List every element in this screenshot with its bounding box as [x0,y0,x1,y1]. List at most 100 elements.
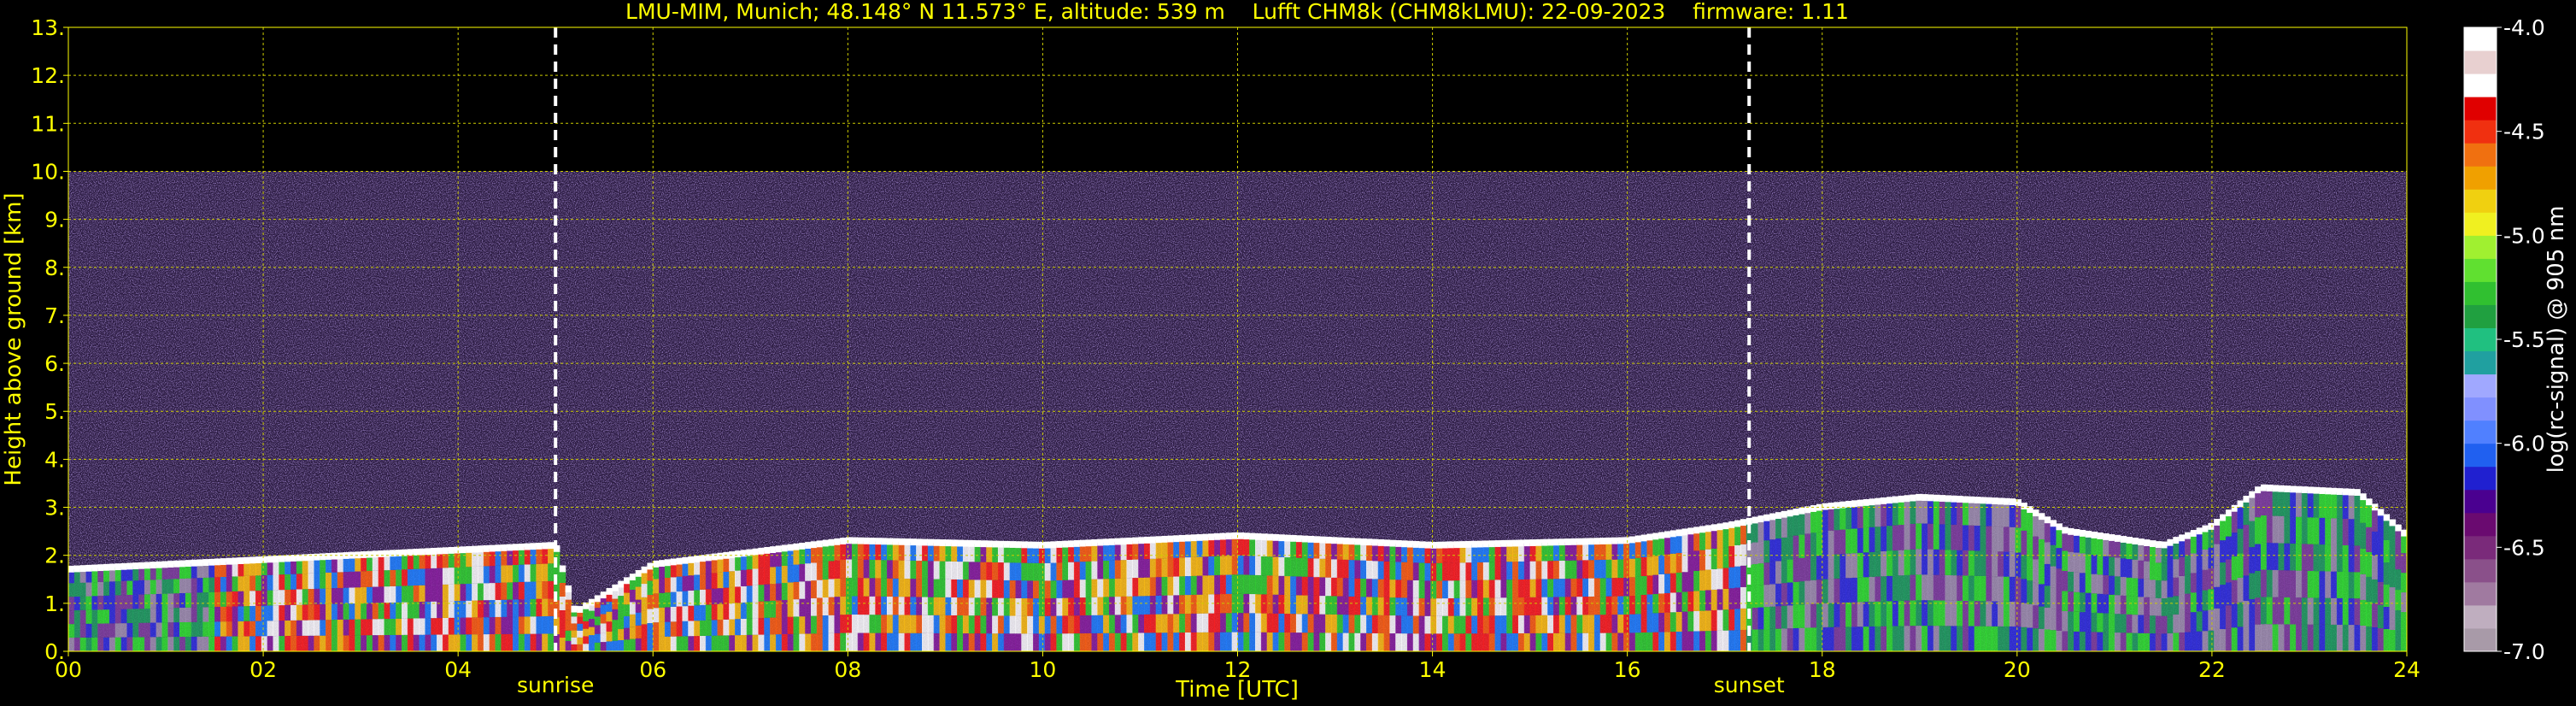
signal-cell [208,591,215,608]
signal-cell [513,616,519,634]
signal-cell [846,577,853,597]
cloud-top-cell [197,559,203,567]
signal-cell [723,603,730,620]
cloud-top-cell [2179,534,2186,542]
signal-cell [279,621,285,637]
signal-cell [290,635,297,651]
cloud-top-cell [120,562,128,570]
signal-cell [349,587,355,604]
signal-cell [1003,597,1011,616]
signal-cell [717,603,724,621]
signal-cell [384,603,390,620]
signal-cell [699,574,707,590]
signal-cell [2371,627,2379,651]
signal-cell [1763,629,1770,651]
signal-cell [2126,596,2133,615]
signal-cell [2056,589,2063,610]
cloud-top-cell [185,560,192,568]
signal-cell [2120,632,2127,651]
signal-cell [1418,562,1426,581]
signal-cell [1916,600,1922,627]
signal-cell [1494,615,1502,634]
signal-cell [1255,613,1262,632]
colorbar-band [2464,166,2497,190]
cloud-top-cell [1173,535,1180,543]
signal-cell [68,638,75,651]
signal-cell [2225,513,2233,537]
signal-cell [460,584,466,601]
signal-cell [968,615,976,634]
signal-cell [922,632,929,651]
signal-cell [2272,597,2280,625]
signal-cell [571,637,578,644]
signal-cell [1307,558,1315,577]
signal-cell [1494,597,1502,616]
y-tick-label: 7. [44,303,65,328]
cloud-top-cell [717,552,724,560]
signal-cell [1330,596,1338,615]
signal-cell [120,623,128,638]
signal-cell [1430,598,1437,616]
cloud-top-cell [1260,533,1268,541]
signal-cell [881,596,888,615]
cloud-top-cell [1547,538,1554,546]
signal-cell [1904,550,1910,575]
signal-cell [881,560,888,579]
cloud-top-cell [1892,496,1899,503]
signal-cell [653,622,660,638]
signal-cell [682,575,689,591]
signal-cell [1775,538,1782,562]
signal-cell [1628,577,1636,597]
signal-cell [1272,613,1279,632]
signal-cell [1623,596,1630,615]
signal-cell [1336,559,1344,579]
signal-cell [1558,615,1566,633]
signal-cell [361,635,367,651]
signal-cell [1430,633,1437,651]
signal-cell [1693,550,1700,571]
signal-cell [583,628,590,637]
signal-cell [910,632,917,651]
signal-cell [1114,578,1122,597]
signal-cell [653,593,660,609]
signal-cell [1330,577,1338,597]
signal-cell [653,637,660,651]
signal-cell [1406,633,1414,651]
signal-cell [898,560,906,579]
signal-cell [2038,628,2045,651]
signal-cell [1781,560,1788,584]
signal-cell [489,634,496,651]
colorbar-band [2464,235,2497,259]
colorbar-tick-label: -5.0 [2503,223,2545,248]
signal-cell [1278,594,1285,614]
signal-cell [1881,626,1887,651]
signal-cell [1284,557,1291,577]
cloud-top-cell [1132,537,1139,544]
cloud-top-cell [1887,497,1893,504]
signal-cell [109,595,116,610]
signal-cell [1231,613,1239,632]
cloud-top-cell [1155,536,1163,544]
signal-cell [974,633,982,651]
signal-cell [1033,562,1040,581]
signal-cell [1775,628,1782,651]
signal-cell [1787,536,1794,560]
signal-cell [2377,627,2385,651]
signal-cell [530,616,537,634]
signal-cell [2231,627,2239,651]
signal-cell [513,582,519,600]
signal-cell [2214,565,2221,587]
cloud-top-cell [1319,536,1326,544]
signal-cell [2284,597,2291,625]
cloud-top-cell [1062,540,1069,548]
signal-cell [290,620,297,636]
signal-cell [659,636,666,651]
signal-cell [2395,590,2402,611]
signal-cell [577,616,584,624]
signal-cell [641,584,648,597]
signal-cell [2033,536,2039,560]
signal-cell [676,606,684,622]
signal-cell [1266,556,1274,576]
signal-cell [425,585,431,602]
signal-cell [846,596,853,615]
